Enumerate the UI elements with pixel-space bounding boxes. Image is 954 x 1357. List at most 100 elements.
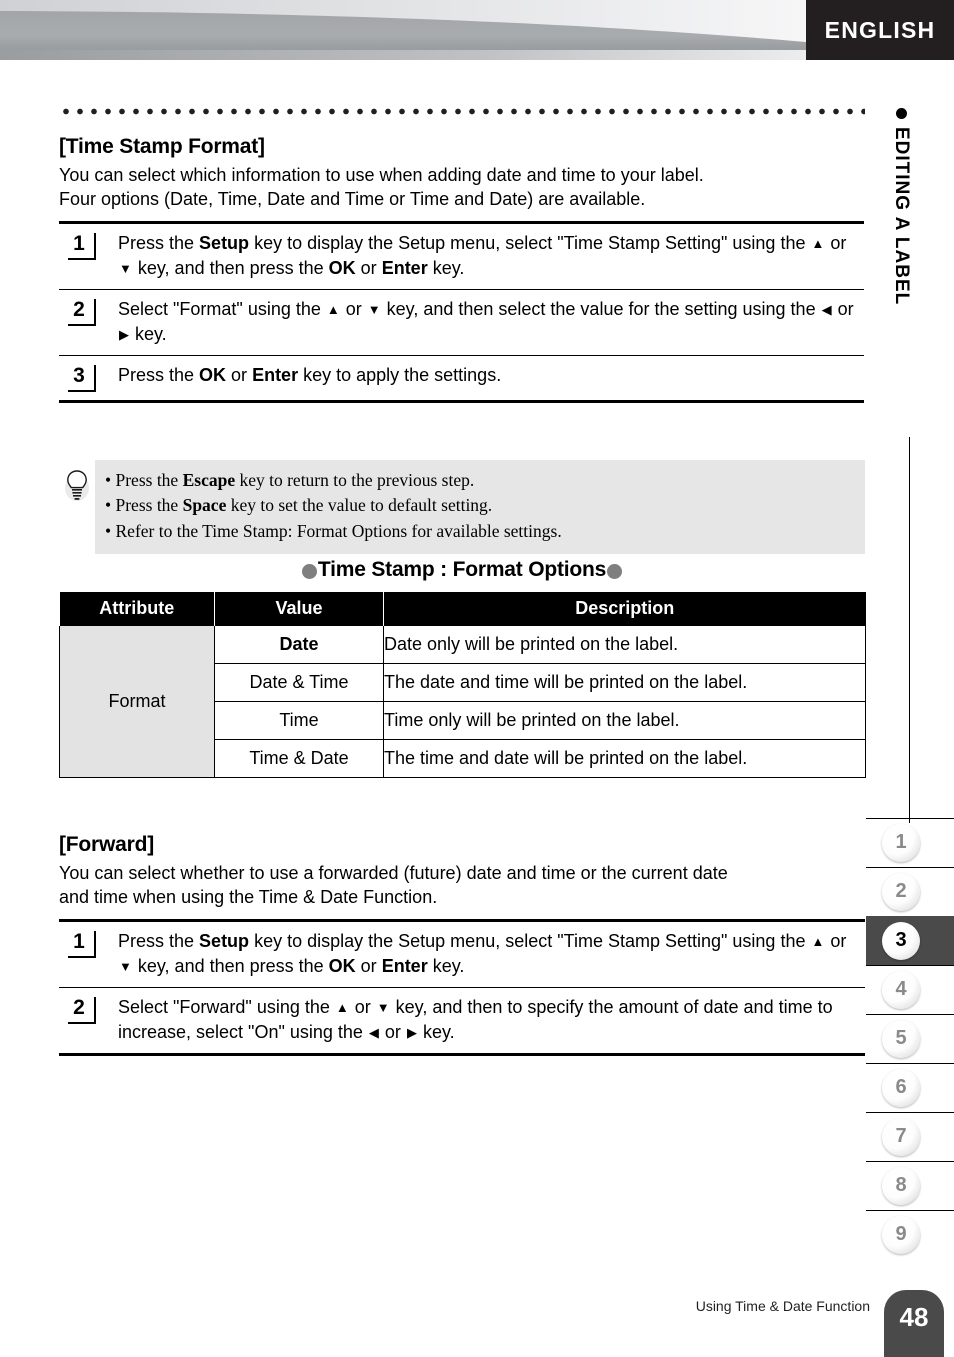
text-run: key. [427, 258, 465, 279]
dotted-divider [59, 108, 865, 115]
page-number-tab: 48 [884, 1290, 944, 1357]
chapter-tab-separator [866, 867, 954, 868]
table-cell-value: Time & Date [214, 739, 384, 778]
section2-intro-line2: and time when using the Time & Date Func… [59, 887, 438, 908]
chapter-side-label: EDITING A LABEL [886, 108, 916, 408]
text-run: or [349, 996, 376, 1017]
table-cell-value: Date & Time [214, 663, 384, 702]
table-header-description: Description [383, 592, 866, 626]
note-bullet-line: • Press the Escape key to return to the … [105, 468, 855, 493]
step-number: 2 [68, 298, 96, 326]
chapter-side-label-text: EDITING A LABEL [891, 127, 912, 306]
key-name: Enter [381, 258, 428, 279]
table-cell-value: Date [214, 626, 384, 664]
key-name: Enter [252, 364, 299, 385]
chapter-tab-separator [866, 1161, 954, 1162]
text-run: key. [130, 323, 167, 344]
format-options-table: Attribute Value Description Format Date Da… [59, 592, 866, 778]
text-run: or [226, 364, 253, 385]
chapter-tab-number: 3 [882, 921, 920, 960]
arrow-key-icon: ▲ [811, 934, 825, 950]
format-options-title-text: Time Stamp : Format Options [317, 558, 607, 581]
text-run: key to display the Setup menu, select "T… [249, 233, 811, 254]
chapter-tab-separator [866, 1063, 954, 1064]
chapter-tab-4[interactable]: 4 [866, 965, 954, 1014]
language-tab: ENGLISH [806, 0, 954, 60]
lightbulb-icon [59, 460, 95, 507]
footer-caption: Using Time & Date Function [695, 1298, 870, 1314]
text-run: Press the [118, 233, 200, 254]
bullet-dot-icon [896, 108, 908, 119]
step-text: Press the Setup key to display the Setup… [118, 231, 864, 281]
step-text: Press the OK or Enter key to apply the s… [118, 363, 864, 388]
arrow-key-icon: ◀ [368, 1024, 379, 1040]
arrow-key-icon: ▲ [335, 999, 349, 1015]
key-name: OK [328, 258, 356, 279]
gray-dot-left-icon [301, 563, 317, 579]
key-name: Escape [182, 470, 236, 490]
section2-intro-line1: You can select whether to use a forwarde… [59, 863, 728, 883]
key-name: Setup [199, 931, 250, 952]
chapter-tab-number: 4 [882, 970, 920, 1009]
section-time-stamp-format: [Time Stamp Format] You can select which… [59, 135, 864, 403]
text-run: or [355, 258, 382, 279]
section1-steps: 1 Press the Setup key to display the Setu… [59, 221, 864, 403]
text-run: or [825, 931, 847, 952]
table-cell-description: Time only will be printed on the label. [383, 701, 866, 740]
key-name: Enter [381, 956, 428, 977]
table-cell-description: The date and time will be printed on the… [383, 663, 866, 702]
chapter-tab-8[interactable]: 8 [866, 1161, 954, 1210]
text-run: key to return to the previous step. [235, 470, 475, 490]
step-row: 2 Select "Forward" using the ▲ or ▼ key, … [59, 988, 865, 1056]
note-bullet-line: • Refer to the Time Stamp: Format Option… [105, 519, 855, 544]
table-row: Format Date Date only will be printed on t… [59, 626, 866, 778]
text-run: key. [427, 956, 465, 977]
section1-intro-line2: Four options (Date, Time, Date and Time … [59, 189, 646, 210]
gray-dot-right-icon [607, 563, 623, 579]
chapter-tab-9[interactable]: 9 [866, 1210, 954, 1259]
arrow-key-icon: ◀ [821, 301, 832, 317]
key-name: Setup [199, 233, 250, 254]
text-run: Select "Format" using the [118, 298, 326, 319]
step-row: 1 Press the Setup key to display the Setu… [59, 224, 864, 290]
note-bullet-line: • Press the Space key to set the value t… [105, 493, 855, 518]
step-text: Select "Forward" using the ▲ or ▼ key, a… [118, 995, 865, 1045]
text-run: or [825, 233, 847, 254]
note-callout: • Press the Escape key to return to the … [59, 460, 865, 555]
arrow-key-icon: ▼ [119, 261, 132, 277]
step-number: 3 [68, 364, 96, 392]
arrow-key-icon: ▼ [367, 301, 381, 317]
chapter-tab-5[interactable]: 5 [866, 1014, 954, 1063]
chapter-tab-3[interactable]: 3 [866, 916, 954, 965]
right-margin-rule [909, 437, 910, 823]
step-text: Select "Format" using the ▲ or ▼ key, an… [118, 297, 864, 347]
page-header-banner: ENGLISH [0, 0, 954, 60]
key-name: OK [199, 364, 227, 385]
step-number: 1 [68, 931, 96, 959]
section2-steps: 1 Press the Setup key to display the Setu… [59, 919, 865, 1056]
chapter-tab-7[interactable]: 7 [866, 1112, 954, 1161]
text-run: key to display the Setup menu, select "T… [249, 931, 811, 952]
chapter-tab-rail: 1 2 3 4 5 6 7 8 9 [866, 818, 954, 1259]
step-row: 1 Press the Setup key to display the Setu… [59, 922, 865, 988]
chapter-tab-2[interactable]: 2 [866, 867, 954, 916]
chapter-tab-number: 2 [882, 872, 920, 911]
table-cell-description: Date only will be printed on the label. [383, 626, 866, 664]
chapter-tab-1[interactable]: 1 [866, 818, 954, 867]
text-run: key to set the value to default setting. [226, 495, 493, 516]
text-run: key. [417, 1021, 455, 1042]
arrow-key-icon: ▶ [406, 1024, 417, 1040]
section1-heading: [Time Stamp Format] [59, 135, 265, 158]
text-run: or [832, 298, 854, 319]
chapter-tab-number: 1 [882, 823, 920, 862]
text-run: • Refer to the Time Stamp: Format Option… [105, 520, 562, 541]
section1-intro-line1: You can select which information to use … [59, 165, 704, 185]
text-run: key, and then press the [132, 956, 329, 977]
key-name: OK [328, 956, 356, 977]
table-header-value: Value [214, 592, 384, 626]
chapter-tab-separator [866, 1112, 954, 1113]
arrow-key-icon: ▼ [119, 959, 132, 975]
table-cell-description: The time and date will be printed on the… [383, 739, 866, 778]
chapter-tab-6[interactable]: 6 [866, 1063, 954, 1112]
section2-intro: You can select whether to use a forwarde… [59, 861, 865, 909]
